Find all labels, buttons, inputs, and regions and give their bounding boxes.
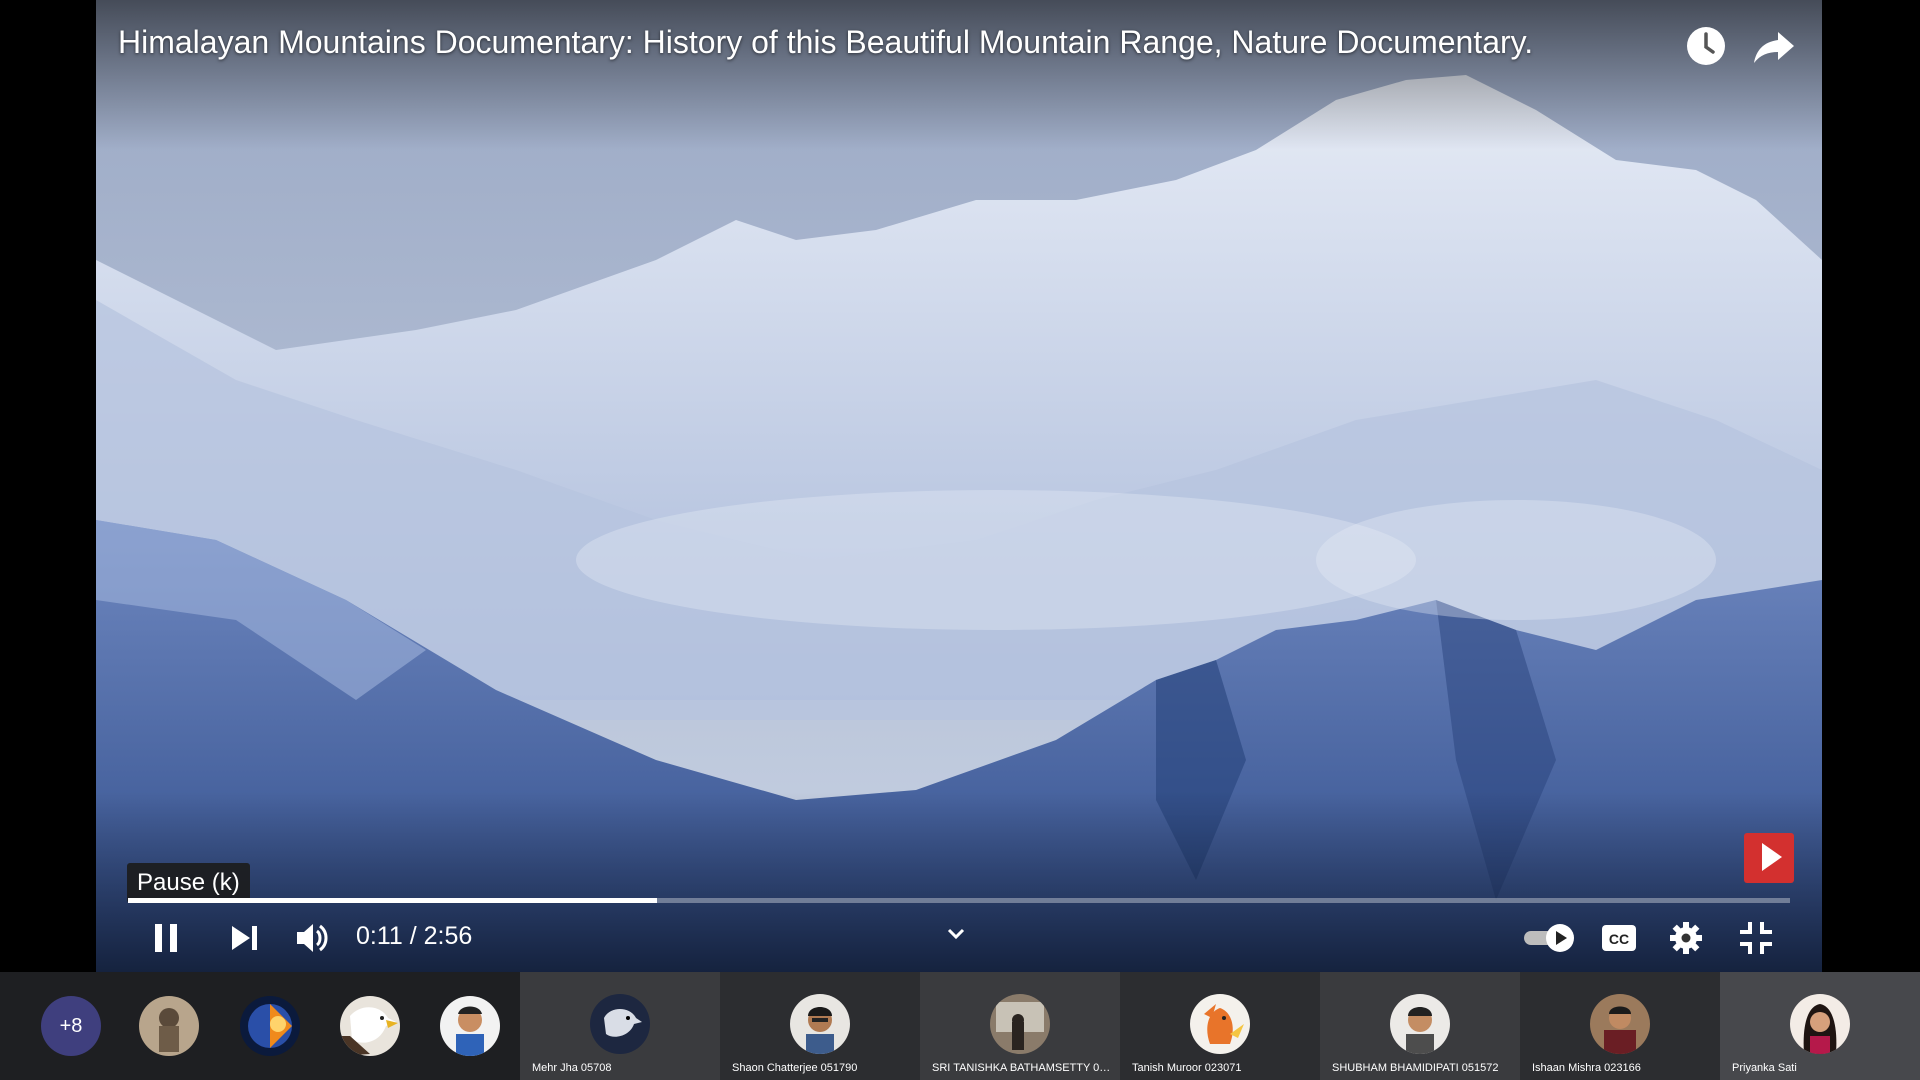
top-gradient [96, 0, 1822, 150]
avatar-image [440, 996, 500, 1056]
autoplay-toggle[interactable] [1522, 920, 1580, 956]
svg-text:CC: CC [1609, 931, 1629, 947]
participant-tile[interactable]: Ishaan Mishra 023166 [1520, 972, 1720, 1080]
participant-avatar[interactable] [139, 996, 199, 1056]
avatar-image [340, 996, 400, 1056]
progress-played [128, 898, 657, 903]
participant-tile[interactable]: SHUBHAM BHAMIDIPATI 051572 [1320, 972, 1520, 1080]
exit-fullscreen-icon [1740, 922, 1772, 954]
next-icon [232, 926, 257, 950]
participant-tile[interactable]: Mehr Jha 05708 [520, 972, 720, 1080]
participant-name: Shaon Chatterjee 051790 [732, 1062, 858, 1074]
watch-later-button[interactable] [1682, 22, 1730, 70]
participant-avatar [990, 994, 1050, 1054]
volume-icon [297, 924, 328, 952]
avatar-image [590, 994, 650, 1054]
pause-button[interactable] [146, 918, 186, 958]
participant-avatar[interactable] [240, 996, 300, 1056]
avatar-image [139, 996, 199, 1056]
participant-name: Tanish Muroor 023071 [1132, 1062, 1242, 1074]
video-title[interactable]: Himalayan Mountains Documentary: History… [118, 24, 1533, 61]
participant-tile[interactable]: SRI TANISHKA BATHAMSETTY 0515... [920, 972, 1120, 1080]
participant-name: Mehr Jha 05708 [532, 1062, 612, 1074]
avatar-image [240, 996, 300, 1056]
pause-tooltip: Pause (k) [127, 863, 250, 903]
pause-icon [155, 924, 177, 952]
avatar-image [1590, 994, 1650, 1054]
participant-avatar [1190, 994, 1250, 1054]
time-display: 0:11 / 2:56 [356, 922, 473, 950]
settings-button[interactable] [1666, 918, 1706, 958]
avatar-image [1790, 994, 1850, 1054]
next-button[interactable] [226, 920, 262, 956]
avatar-image [990, 994, 1050, 1054]
subscribe-watermark[interactable] [1744, 833, 1794, 883]
participant-tile[interactable]: Shaon Chatterjee 051790 [720, 972, 920, 1080]
captions-icon: CC [1602, 925, 1636, 951]
participant-avatar [790, 994, 850, 1054]
participant-tile-self[interactable]: Priyanka Sati [1720, 972, 1920, 1080]
participant-name: SHUBHAM BHAMIDIPATI 051572 [1332, 1062, 1499, 1074]
participant-avatar [590, 994, 650, 1054]
participant-avatar[interactable] [340, 996, 400, 1056]
participant-tile[interactable]: Tanish Muroor 023071 [1120, 972, 1320, 1080]
avatar-image [1190, 994, 1250, 1054]
participant-avatar [1390, 994, 1450, 1054]
video-player[interactable]: Himalayan Mountains Documentary: History… [96, 0, 1822, 972]
participant-name: Ishaan Mishra 023166 [1532, 1062, 1641, 1074]
participant-name: Priyanka Sati [1732, 1062, 1797, 1074]
progress-bar[interactable] [128, 898, 1790, 903]
avatar-image [790, 994, 850, 1054]
expand-chapters-button[interactable] [942, 920, 970, 948]
exit-fullscreen-button[interactable] [1736, 918, 1776, 958]
autoplay-toggle-icon [1524, 924, 1574, 952]
participant-name: SRI TANISHKA BATHAMSETTY 0515... [932, 1062, 1112, 1074]
more-participants-button[interactable]: +8 [41, 996, 101, 1056]
avatar-image [1390, 994, 1450, 1054]
subscribe-icon [1762, 843, 1782, 871]
watch-later-icon [1687, 27, 1725, 65]
share-button[interactable] [1750, 22, 1798, 70]
share-icon [1754, 32, 1794, 63]
settings-icon [1670, 922, 1702, 954]
participant-avatar [1590, 994, 1650, 1054]
participant-avatar [1790, 994, 1850, 1054]
volume-button[interactable] [292, 918, 332, 958]
chevron-down-icon [947, 928, 965, 940]
participant-avatar[interactable] [440, 996, 500, 1056]
captions-button[interactable]: CC [1600, 920, 1638, 956]
